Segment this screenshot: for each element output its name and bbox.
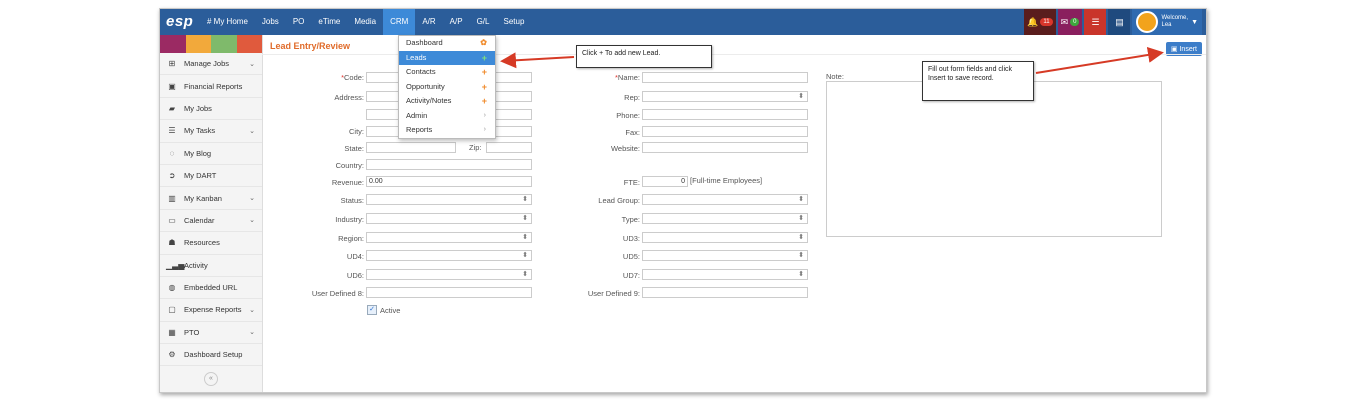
app-window: esp # My Home Jobs PO eTime Media CRM A/… bbox=[159, 8, 1207, 393]
callout-arrows bbox=[500, 47, 1164, 74]
arrow-to-insert bbox=[1035, 47, 1164, 74]
arrow-to-leads bbox=[500, 52, 575, 69]
